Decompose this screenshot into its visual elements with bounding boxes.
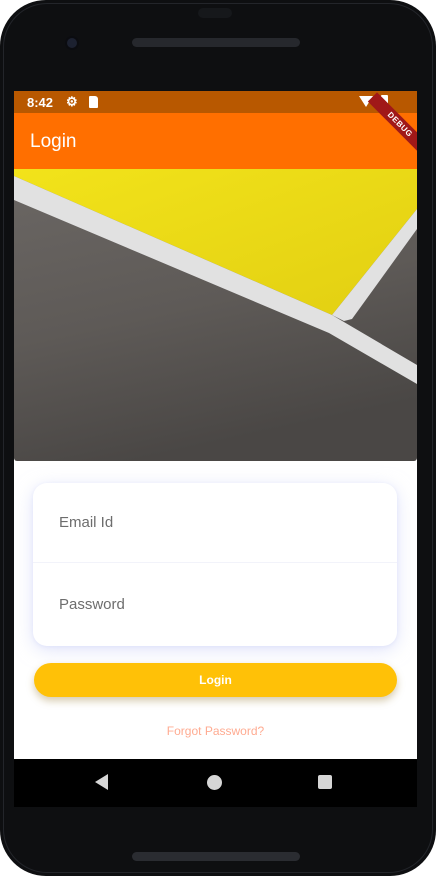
back-icon[interactable] — [95, 774, 108, 790]
login-button[interactable]: Login — [34, 663, 397, 697]
status-time: 8:42 — [27, 95, 54, 110]
top-speaker — [132, 38, 300, 47]
password-field[interactable] — [33, 564, 397, 644]
email-field-container — [33, 483, 397, 563]
email-field[interactable] — [33, 483, 397, 562]
hero-image — [14, 169, 417, 461]
status-bar: 8:42 ⚙ — [14, 91, 417, 113]
recents-icon[interactable] — [318, 775, 332, 789]
front-camera — [65, 36, 79, 50]
phone-frame: 8:42 ⚙ Login DEBUG Email Id Login Forgot… — [0, 0, 436, 876]
system-nav-bar — [14, 759, 417, 807]
app-bar: Login DEBUG — [14, 92, 417, 169]
page-title: Login — [30, 131, 77, 152]
home-icon[interactable] — [207, 775, 222, 790]
gear-icon: ⚙ — [66, 94, 78, 109]
phone-notch — [198, 8, 232, 18]
forgot-password-link[interactable]: Forgot Password? — [14, 724, 417, 738]
sd-card-icon — [89, 96, 98, 108]
login-form-card — [33, 483, 397, 646]
bottom-speaker — [132, 852, 300, 861]
password-field-container — [33, 564, 397, 644]
app-screen: 8:42 ⚙ Login DEBUG Email Id Login Forgot… — [14, 91, 417, 759]
